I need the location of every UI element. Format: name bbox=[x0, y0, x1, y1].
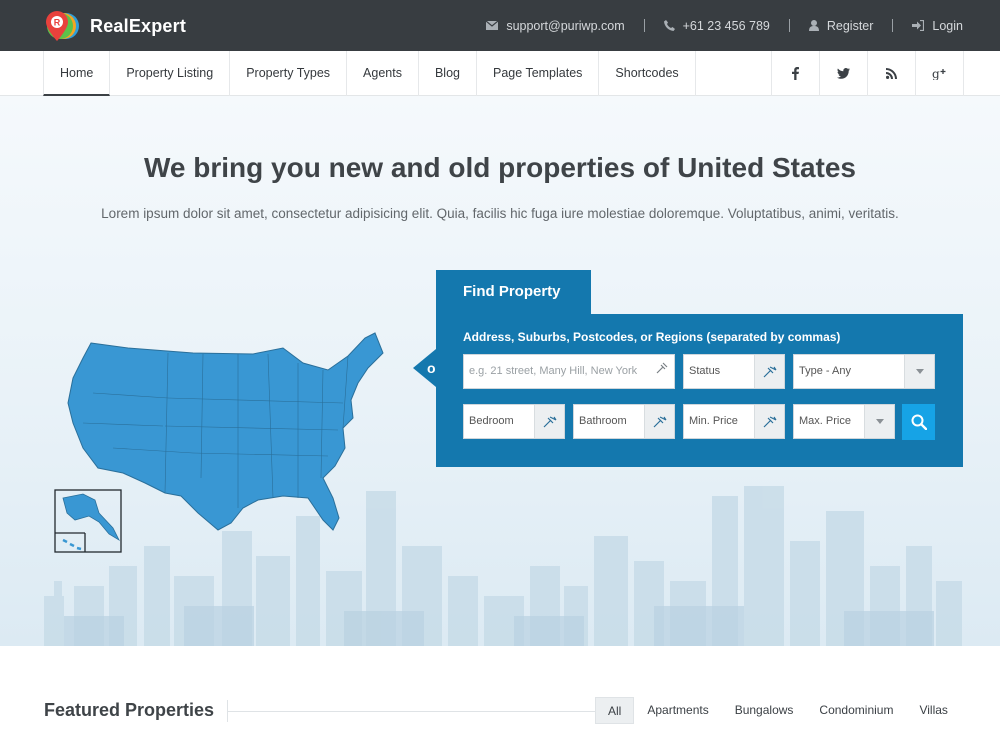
min-price-select[interactable]: Min. Price bbox=[683, 404, 785, 439]
divider-line bbox=[227, 711, 595, 712]
nav-item-property-listing[interactable]: Property Listing bbox=[110, 51, 231, 96]
max-price-value: Max. Price bbox=[799, 415, 851, 427]
filter-villas[interactable]: Villas bbox=[906, 697, 960, 724]
pin-icon bbox=[754, 355, 784, 388]
hero-section: We bring you new and old properties of U… bbox=[0, 96, 1000, 646]
address-label: Address, Suburbs, Postcodes, or Regions … bbox=[463, 330, 841, 344]
find-property-tab[interactable]: Find Property bbox=[436, 270, 591, 315]
brand-name: RealExpert bbox=[90, 15, 187, 36]
min-price-value: Min. Price bbox=[689, 415, 738, 427]
register-label: Register bbox=[826, 18, 874, 33]
us-map-illustration[interactable] bbox=[53, 308, 393, 558]
bedroom-value: Bedroom bbox=[469, 415, 514, 427]
email-link[interactable]: support@puriwp.com bbox=[486, 18, 625, 33]
brand-logo[interactable]: R RealExpert bbox=[44, 9, 186, 43]
type-value: Type - Any bbox=[799, 365, 851, 377]
user-icon bbox=[808, 20, 819, 31]
max-price-select[interactable]: Max. Price bbox=[793, 404, 895, 439]
nav-item-agents[interactable]: Agents bbox=[347, 51, 419, 96]
facebook-icon bbox=[792, 67, 799, 80]
bathroom-select[interactable]: Bathroom bbox=[573, 404, 675, 439]
bathroom-value: Bathroom bbox=[579, 415, 627, 427]
nav-item-shortcodes[interactable]: Shortcodes bbox=[599, 51, 696, 96]
hero-title: We bring you new and old properties of U… bbox=[144, 152, 856, 183]
pin-icon bbox=[656, 355, 668, 388]
sign-in-icon bbox=[912, 20, 925, 31]
nav-item-property-types[interactable]: Property Types bbox=[230, 51, 348, 96]
chevron-down-icon bbox=[904, 355, 934, 388]
pin-icon bbox=[754, 405, 784, 438]
bedroom-select[interactable]: Bedroom bbox=[463, 404, 565, 439]
nav-item-blog[interactable]: Blog bbox=[419, 51, 477, 96]
twitter-button[interactable] bbox=[820, 51, 868, 96]
envelope-icon bbox=[486, 21, 499, 30]
divider bbox=[788, 19, 790, 32]
twitter-icon bbox=[837, 68, 850, 79]
filter-all[interactable]: All bbox=[595, 697, 635, 724]
login-label: Login bbox=[932, 18, 963, 33]
divider bbox=[892, 19, 894, 32]
filter-bungalows[interactable]: Bungalows bbox=[722, 697, 807, 724]
phone-icon bbox=[663, 20, 675, 31]
google-plus-button[interactable]: g bbox=[916, 51, 964, 96]
phone-number: +61 23 456 789 bbox=[682, 18, 770, 33]
property-filter-tabs: All Apartments Bungalows Condominium Vil… bbox=[595, 697, 961, 724]
hero-subtitle: Lorem ipsum dolor sit amet, consectetur … bbox=[101, 206, 899, 221]
address-placeholder: e.g. 21 street, Many Hill, New York bbox=[469, 365, 638, 377]
search-icon bbox=[911, 414, 927, 430]
status-select[interactable]: Status bbox=[683, 354, 785, 389]
google-plus-icon: g bbox=[932, 67, 946, 80]
search-button[interactable] bbox=[902, 404, 935, 440]
divider bbox=[643, 19, 645, 32]
pin-icon bbox=[534, 405, 564, 438]
logo-pin-icon: R bbox=[46, 11, 79, 41]
pin-icon bbox=[644, 405, 674, 438]
support-email: support@puriwp.com bbox=[506, 18, 625, 33]
top-bar: R RealExpert support@puriwp.com +61 23 4… bbox=[0, 0, 1000, 51]
logo-letter: R bbox=[54, 18, 61, 28]
facebook-button[interactable] bbox=[772, 51, 820, 96]
nav-item-page-templates[interactable]: Page Templates bbox=[477, 51, 600, 96]
rss-button[interactable] bbox=[868, 51, 916, 96]
svg-text:g: g bbox=[932, 67, 940, 80]
phone-link[interactable]: +61 23 456 789 bbox=[663, 18, 770, 33]
main-nav: Home Property Listing Property Types Age… bbox=[0, 51, 1000, 96]
chevron-down-icon bbox=[864, 405, 894, 438]
filter-apartments[interactable]: Apartments bbox=[634, 697, 721, 724]
featured-title: Featured Properties bbox=[44, 700, 215, 720]
type-select[interactable]: Type - Any bbox=[793, 354, 935, 389]
status-value: Status bbox=[689, 365, 721, 377]
login-link[interactable]: Login bbox=[912, 19, 963, 33]
register-link[interactable]: Register bbox=[808, 18, 874, 33]
filter-condominium[interactable]: Condominium bbox=[806, 697, 906, 724]
nav-item-home[interactable]: Home bbox=[43, 51, 111, 96]
search-panel: Address, Suburbs, Postcodes, or Regions … bbox=[436, 314, 963, 467]
rss-icon bbox=[886, 68, 897, 79]
address-input[interactable]: e.g. 21 street, Many Hill, New York bbox=[463, 354, 675, 389]
